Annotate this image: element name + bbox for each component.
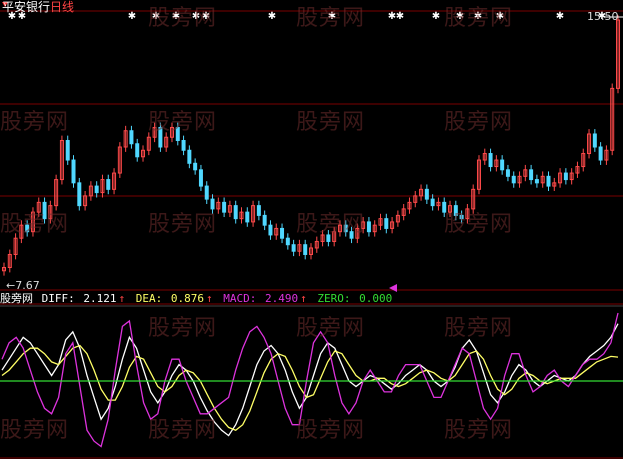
stock-name: 平安银行 xyxy=(2,0,51,14)
candle-body xyxy=(71,159,76,184)
candle-body xyxy=(303,244,308,255)
period-label[interactable]: 日线 xyxy=(50,0,74,14)
candle-body xyxy=(204,185,209,200)
price-low-value: 7.67 xyxy=(15,279,40,292)
candle-body xyxy=(430,198,435,207)
candle-body xyxy=(291,244,296,252)
macd-label-text: MACD: xyxy=(223,292,257,305)
watermark: 股旁网 xyxy=(0,212,70,237)
macd-arrow-icon: ↑ xyxy=(300,292,307,305)
candle-body xyxy=(592,133,597,148)
watermark: 股旁网 xyxy=(148,316,218,341)
diff-arrow-icon: ↑ xyxy=(118,292,126,305)
candle-body xyxy=(181,139,186,151)
dea-value: 0.876 xyxy=(170,292,204,305)
candle-body xyxy=(488,153,493,168)
candle-body xyxy=(245,211,250,223)
candle-body xyxy=(129,130,134,145)
candle-body xyxy=(198,169,203,187)
candle-body xyxy=(384,218,389,229)
star-marker-icon: ✱ xyxy=(268,11,276,22)
stock-chart-window: ✱ ✱ ✱ ✱ ✱ ✱ ✱ ✱ ✱ ✱ ✱ ✱ ✱ ✱ ✱ ✱ ✱ 平安银行日线 15.50 ←7.67 股旁网… xyxy=(0,0,623,459)
candle-body xyxy=(546,175,551,187)
indicator-name[interactable]: 股旁网 xyxy=(0,292,33,305)
candle-body xyxy=(256,205,261,216)
diff-label: DIFF: 2.121 ↑ xyxy=(42,292,128,305)
candle-body xyxy=(505,169,510,177)
diff-label-text: DIFF: xyxy=(41,292,75,305)
candle-body xyxy=(598,146,603,161)
watermark: 股旁网 xyxy=(148,110,218,135)
dea-label: DEA: 0.876 ↑ xyxy=(136,292,215,305)
dea-arrow-icon: ↑ xyxy=(206,292,213,305)
candle-body xyxy=(187,149,192,164)
watermark: 股旁网 xyxy=(444,212,514,237)
watermark: 股旁网 xyxy=(296,418,366,443)
zero-label-text: ZERO: xyxy=(317,292,351,305)
candle-body xyxy=(262,214,267,226)
candle-body xyxy=(222,201,227,213)
star-marker-icon: ✱ xyxy=(128,11,136,22)
watermark: 股旁网 xyxy=(148,418,218,443)
cursor-arrow-icon xyxy=(389,284,397,292)
candle-body xyxy=(500,159,505,171)
star-marker-icon: ✱ xyxy=(396,11,404,22)
candle-body xyxy=(94,185,99,194)
watermark: 股旁网 xyxy=(0,418,70,443)
price-high-label: 15.50 xyxy=(587,10,619,23)
watermark: 股旁网 xyxy=(0,110,70,135)
candle-body xyxy=(233,205,238,220)
star-marker-icon: ✱ xyxy=(556,11,564,22)
candle-body xyxy=(268,224,273,236)
candle-body xyxy=(193,162,198,171)
candle-body xyxy=(534,179,539,184)
candle-body xyxy=(285,237,290,246)
macd-value: 2.490 xyxy=(265,292,299,305)
watermark: 股旁网 xyxy=(444,316,514,341)
watermark: 股旁网 xyxy=(148,212,218,237)
diff-value: 2.121 xyxy=(83,292,117,305)
price-low-label: ←7.67 xyxy=(6,279,40,292)
candle-body xyxy=(65,139,70,161)
candle-body xyxy=(106,179,111,190)
candle-body xyxy=(135,143,140,158)
watermark: 股旁网 xyxy=(296,6,366,31)
macd-label: MACD: 2.490 ↑ xyxy=(223,292,309,305)
zero-label: ZERO: 0.000 xyxy=(317,292,394,305)
candle-body xyxy=(529,169,534,181)
candle-body xyxy=(280,227,285,239)
candle-body xyxy=(563,172,568,181)
indicator-bar: 股旁网 DIFF: 2.121 ↑ DEA: 0.876 ↑ MACD: 2.490… xyxy=(0,292,396,306)
watermark: 股旁网 xyxy=(444,418,514,443)
candle-body xyxy=(366,221,371,233)
watermark: 股旁网 xyxy=(296,212,366,237)
watermark: 股旁网 xyxy=(148,6,218,31)
zero-value: 0.000 xyxy=(359,292,393,305)
dea-label-text: DEA: xyxy=(135,292,163,305)
candle-body xyxy=(424,188,429,200)
star-marker-icon: ✱ xyxy=(432,11,440,22)
watermark: 股旁网 xyxy=(296,110,366,135)
candle-body xyxy=(77,182,82,207)
watermark: 股旁网 xyxy=(296,316,366,341)
watermark: 股旁网 xyxy=(444,6,514,31)
watermark: 股旁网 xyxy=(444,110,514,135)
chart-title: 平安银行日线 xyxy=(2,0,74,14)
candle-body xyxy=(511,175,516,184)
